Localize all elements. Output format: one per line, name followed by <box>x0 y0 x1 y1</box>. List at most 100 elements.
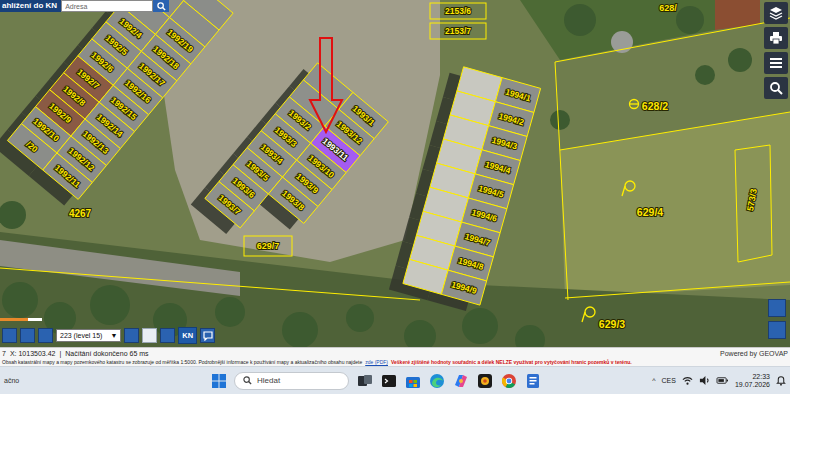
parcel-label: 1993/8 <box>280 188 307 212</box>
parcel-label: 573/3 <box>745 188 759 212</box>
parcel-label: 629/3 <box>599 318 625 330</box>
parcel-label: 1993/11 <box>321 136 351 163</box>
chrome-icon <box>501 373 517 389</box>
notes-icon <box>525 373 541 389</box>
cadastral-map[interactable]: 1992/191992/181992/171992/161992/151992/… <box>0 0 790 347</box>
building-shadows <box>0 0 527 311</box>
coordinates: X: 1013503.42 <box>10 350 56 357</box>
tool-button[interactable] <box>38 328 53 343</box>
zoom-out-button[interactable] <box>768 321 786 339</box>
parcel-label: 1992/4 <box>118 16 145 40</box>
tool-button[interactable] <box>124 328 139 343</box>
taskbar-app[interactable] <box>477 373 493 389</box>
printer-icon <box>769 31 783 45</box>
tool-button[interactable] <box>20 328 35 343</box>
parcel-cell[interactable] <box>403 259 448 294</box>
parcel-label: 629/7 <box>257 241 280 251</box>
taskbar-app[interactable] <box>357 373 373 389</box>
parcel-label: 1994/5 <box>477 183 505 200</box>
parcel-cell[interactable] <box>441 270 486 305</box>
pdf-link[interactable]: zde (PDF) <box>365 359 388 365</box>
taskbar-left-text: ačno <box>4 377 204 384</box>
system-tray: ^ CES 22:3319.07.2026 <box>652 373 786 389</box>
taskbar-app[interactable] <box>525 373 541 389</box>
kn-button[interactable]: KN <box>178 327 197 344</box>
parcel-label: 1992/14 <box>95 112 125 139</box>
parcel-label: 1993/4 <box>259 142 286 166</box>
taskbar: ačno Hledat ^ CES 22:3319.07.2026 <box>0 366 790 394</box>
layers-icon <box>769 6 783 20</box>
tool-button[interactable] <box>142 328 157 343</box>
speaker-icon <box>699 375 710 386</box>
parcel-label: 1993/2 <box>287 108 314 132</box>
scale-select[interactable]: 223 (level 15)▼ <box>56 329 121 342</box>
parcel-label: 1992/13 <box>81 129 111 156</box>
tool-button[interactable] <box>160 328 175 343</box>
parcel-label: 1992/12 <box>67 146 97 173</box>
map-tools <box>764 2 788 99</box>
taskbar-app[interactable] <box>381 373 397 389</box>
parcel-label: /20 <box>24 139 40 154</box>
taskbar-app[interactable] <box>405 373 421 389</box>
map-tool-button[interactable] <box>764 77 788 99</box>
parcel-label: 1994/6 <box>470 207 498 224</box>
app-title: ahlížení do KN <box>0 0 61 12</box>
garage-parcels[interactable] <box>7 0 540 305</box>
taskbar-app[interactable] <box>453 373 469 389</box>
parcel-label: 1992/10 <box>31 116 61 143</box>
address-search[interactable] <box>61 0 153 12</box>
magnifier-icon <box>157 2 166 11</box>
map-tool-button[interactable] <box>764 27 788 49</box>
input-language[interactable]: CES <box>662 377 676 384</box>
parcel-label: 1992/17 <box>137 61 167 88</box>
warning-notice: Veškeré zjištěné hodnoty souřadnic a dél… <box>391 359 632 365</box>
clock-date: 19.07.2026 <box>735 381 770 389</box>
parcel-label: 4267 <box>69 208 92 219</box>
taskbar-apps <box>357 373 541 389</box>
parcel-label: 628/ <box>659 3 677 13</box>
store-icon <box>405 373 421 389</box>
map-toolbar: 223 (level 15)▼ KN <box>2 327 215 344</box>
terminal-icon <box>381 373 397 389</box>
parcel-label: 1992/16 <box>123 78 153 105</box>
parcel-label: 629/4 <box>637 206 663 218</box>
tray-overflow[interactable]: ^ <box>652 377 655 384</box>
parcel-labels: 1992/191992/181992/171992/161992/151992/… <box>24 3 759 330</box>
parcel-label: 1993/12 <box>334 119 364 146</box>
parcel-label: 1993/7 <box>216 193 243 217</box>
map-view[interactable]: 1992/191992/181992/171992/161992/151992/… <box>0 0 790 347</box>
parcel-symbol-icon <box>630 100 639 109</box>
parcel-label: 1992/5 <box>103 33 130 57</box>
search-button[interactable] <box>153 0 169 12</box>
parcel-label: 1994/7 <box>464 231 492 248</box>
garden-symbol-icon <box>625 181 635 191</box>
parcel-label: 2153/6 <box>445 6 471 16</box>
parcel-label: 1992/19 <box>165 27 195 54</box>
start-button[interactable] <box>212 374 226 388</box>
parcel-boundaries <box>0 3 790 300</box>
wifi-icon <box>682 375 693 386</box>
scale-value: 223 (level 15) <box>60 332 102 339</box>
taskbar-app[interactable] <box>429 373 445 389</box>
parcel-label: 1994/4 <box>484 159 512 176</box>
map-side-controls <box>768 299 786 339</box>
parcel-symbols <box>582 100 639 323</box>
clock[interactable]: 22:3319.07.2026 <box>735 373 770 389</box>
taskbar-app[interactable] <box>501 373 517 389</box>
red-arrow-icon <box>310 38 342 132</box>
map-tool-button[interactable] <box>764 52 788 74</box>
feedback-button[interactable] <box>200 328 215 343</box>
taskbar-search[interactable]: Hledat <box>234 372 349 390</box>
zoom-in-button[interactable] <box>768 299 786 317</box>
powered-by[interactable]: Powered by GEOVAP <box>720 350 788 357</box>
load-status: Načítání dokončeno 65 ms <box>65 350 148 357</box>
copilot-icon <box>453 373 469 389</box>
separator: | <box>59 350 61 357</box>
map-tool-button[interactable] <box>764 2 788 24</box>
status-bar: 7X: 1013503.42|Načítání dokončeno 65 msP… <box>0 347 790 366</box>
tool-button[interactable] <box>2 328 17 343</box>
parcel-label: 1994/8 <box>457 255 485 272</box>
battery-icon <box>716 375 729 386</box>
garden-symbol-icon <box>585 307 595 317</box>
aerial-photo <box>0 0 790 347</box>
